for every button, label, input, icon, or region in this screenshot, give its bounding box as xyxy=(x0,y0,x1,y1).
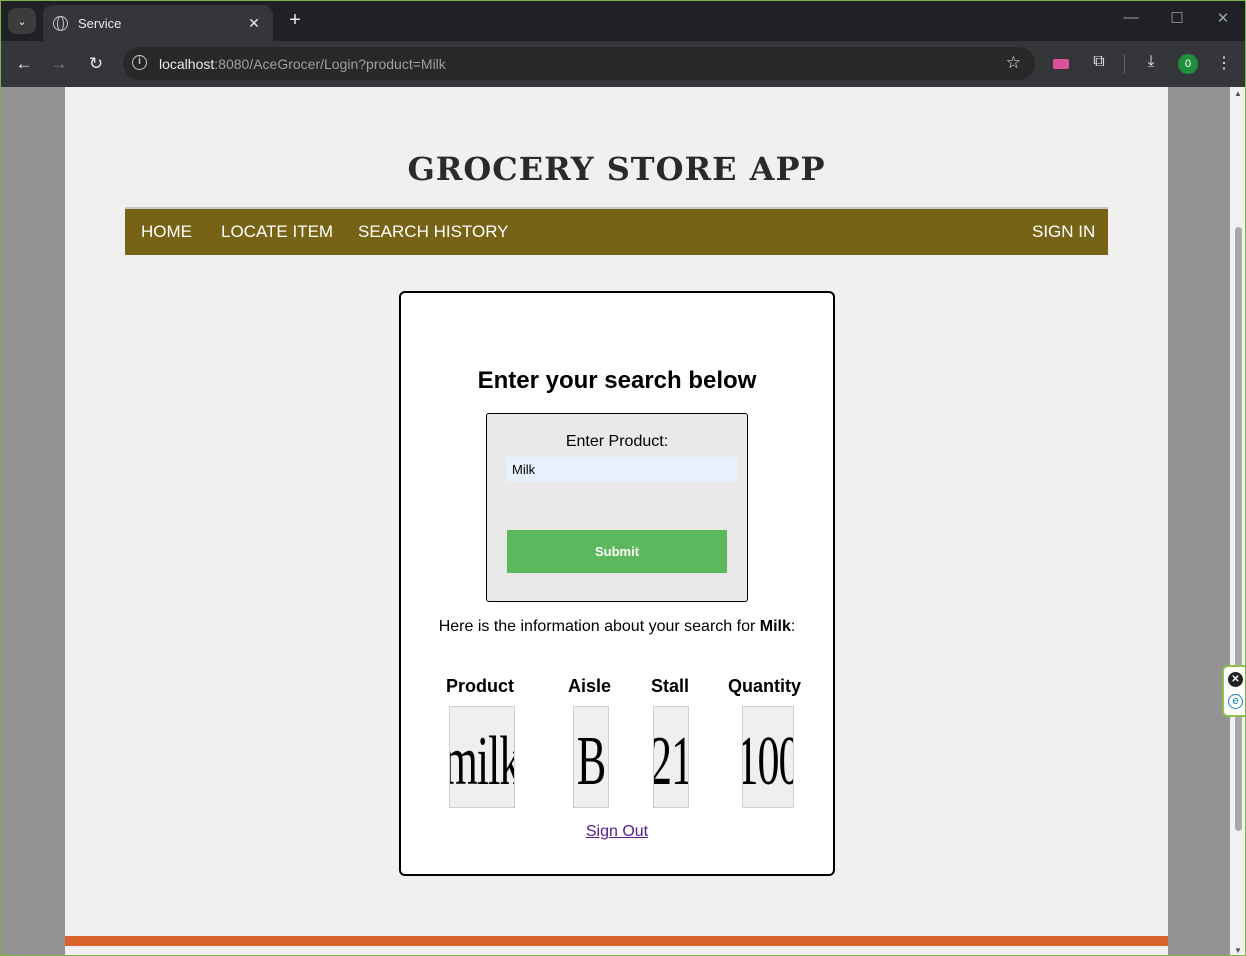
scroll-up-icon[interactable]: ▲ xyxy=(1234,89,1242,98)
result-quantity: 100 xyxy=(742,706,794,808)
header-stall: Stall xyxy=(651,676,690,696)
side-extension-widget: ✕ e xyxy=(1222,665,1245,717)
tab-bar: ⌄ Service ✕ + — ☐ ✕ xyxy=(1,1,1245,41)
address-bar[interactable]: i localhost:8080/AceGrocer/Login?product… xyxy=(123,47,1035,80)
result-stall: 21 xyxy=(653,706,689,808)
maximize-button[interactable]: ☐ xyxy=(1165,9,1189,27)
profile-avatar[interactable]: 0 xyxy=(1178,54,1198,74)
tab-search-button[interactable]: ⌄ xyxy=(8,8,36,34)
kebab-menu-icon[interactable]: ⋮ xyxy=(1213,53,1235,73)
close-circle-icon[interactable]: ✕ xyxy=(1228,672,1243,687)
e-logo-icon[interactable]: e xyxy=(1228,694,1243,709)
page-viewport: GROCERY STORE APP HOME LOCATE ITEM SEARC… xyxy=(1,87,1245,955)
product-input[interactable] xyxy=(507,457,737,482)
extension-icon[interactable] xyxy=(1053,59,1069,69)
download-icon[interactable]: ⤓ xyxy=(1140,53,1162,71)
browser-window: ⌄ Service ✕ + — ☐ ✕ ← → ↻ i localhost:80… xyxy=(0,0,1246,956)
close-window-button[interactable]: ✕ xyxy=(1211,9,1235,27)
main-navbar: HOME LOCATE ITEM SEARCH HISTORY SIGN IN xyxy=(125,207,1108,255)
puzzle-icon[interactable]: ⧉ xyxy=(1088,53,1110,71)
chevron-down-icon: ⌄ xyxy=(17,15,27,28)
page-scrollbar[interactable]: ▲ ▼ xyxy=(1230,87,1245,955)
reload-icon[interactable]: ↻ xyxy=(85,53,107,75)
sign-out-link[interactable]: Sign Out xyxy=(401,823,833,841)
globe-icon xyxy=(53,15,68,31)
header-product: Product xyxy=(446,676,515,696)
footer-bar xyxy=(65,936,1168,946)
nav-locate-item[interactable]: LOCATE ITEM xyxy=(221,222,333,242)
minimize-button[interactable]: — xyxy=(1119,9,1143,26)
header-aisle: Aisle xyxy=(568,676,612,696)
scrollbar-thumb[interactable] xyxy=(1235,227,1242,831)
search-heading: Enter your search below xyxy=(477,367,757,394)
page-content: GROCERY STORE APP HOME LOCATE ITEM SEARC… xyxy=(65,87,1168,955)
star-icon[interactable]: ☆ xyxy=(1006,53,1021,73)
search-info-text: Here is the information about your searc… xyxy=(438,618,796,635)
toolbar-separator xyxy=(1124,54,1125,74)
browser-tab[interactable]: Service ✕ xyxy=(43,5,273,41)
url-text[interactable]: localhost:8080/AceGrocer/Login?product=M… xyxy=(159,56,446,72)
site-info-icon[interactable]: i xyxy=(132,55,147,70)
submit-button[interactable]: Submit xyxy=(507,530,727,573)
searched-product: Milk xyxy=(759,618,791,635)
tab-close-icon[interactable]: ✕ xyxy=(245,15,263,32)
search-form: Enter Product: Submit xyxy=(486,413,748,602)
scroll-down-icon[interactable]: ▼ xyxy=(1234,946,1242,955)
app-title: GROCERY STORE APP xyxy=(407,150,826,188)
header-quantity: Quantity xyxy=(728,676,802,696)
tab-title: Service xyxy=(78,15,122,31)
result-product: milk xyxy=(449,706,515,808)
back-arrow-icon[interactable]: ← xyxy=(13,53,35,75)
nav-sign-in[interactable]: SIGN IN xyxy=(1032,222,1095,242)
new-tab-button[interactable]: + xyxy=(284,9,306,33)
result-aisle: B xyxy=(573,706,609,808)
nav-search-history[interactable]: SEARCH HISTORY xyxy=(358,222,509,242)
search-card: Enter your search below Enter Product: S… xyxy=(399,291,835,876)
nav-home[interactable]: HOME xyxy=(141,222,192,242)
forward-arrow-icon[interactable]: → xyxy=(48,53,70,75)
product-label: Enter Product: xyxy=(565,433,669,450)
